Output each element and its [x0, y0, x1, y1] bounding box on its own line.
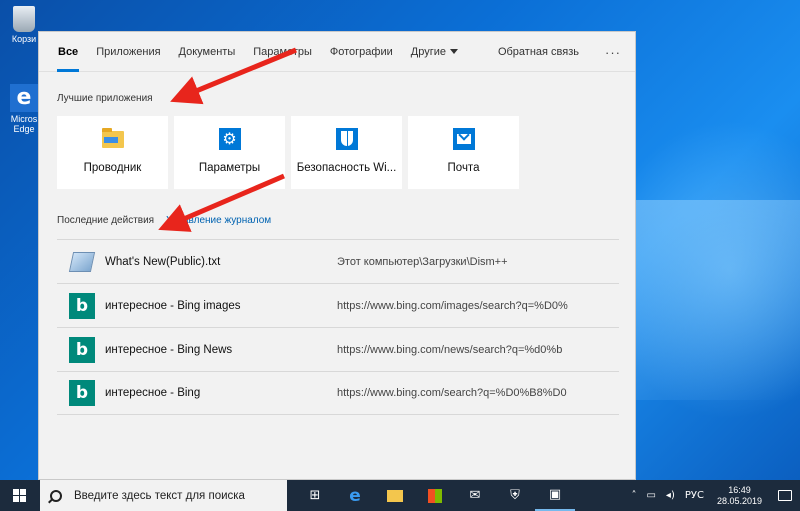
recent-item-path: https://www.bing.com/images/search?q=%D0… — [337, 299, 568, 312]
tab-apps[interactable]: Приложения — [87, 32, 169, 72]
clock-time: 16:49 — [728, 484, 751, 495]
app-tile-settings[interactable]: ⚙ Параметры — [174, 116, 285, 189]
tab-settings[interactable]: Параметры — [244, 32, 321, 72]
tab-other[interactable]: Другие — [402, 32, 467, 72]
app-tile-security[interactable]: Безопасность Wi... — [291, 116, 402, 189]
recent-activity-list: What's New(Public).txt Этот компьютер\За… — [57, 239, 619, 415]
app-tile-label: Безопасность Wi... — [296, 162, 397, 174]
volume-icon[interactable]: ◂) — [661, 490, 680, 501]
recent-item[interactable]: b интересное - Bing images https://www.b… — [57, 283, 619, 327]
search-panel: Все Приложения Документы Параметры Фотог… — [38, 31, 636, 480]
app-tile-mail[interactable]: Почта — [408, 116, 519, 189]
clock[interactable]: 16:49 28.05.2019 — [709, 485, 770, 507]
edge-icon[interactable]: e — [335, 480, 375, 511]
search-icon — [50, 489, 62, 502]
network-icon[interactable]: ▭ — [641, 490, 660, 501]
tab-other-label: Другие — [410, 45, 446, 58]
settings-gear-icon: ⚙ — [218, 128, 241, 150]
recent-item-path: https://www.bing.com/search?q=%D0%B8%D0 — [337, 387, 567, 399]
taskbar-search-placeholder: Введите здесь текст для поиска — [74, 489, 245, 502]
recent-activity-title: Последние действия — [57, 215, 155, 226]
recent-item-name: What's New(Public).txt — [105, 255, 221, 268]
app-tile-label: Почта — [447, 162, 480, 174]
taskbar: Введите здесь текст для поиска ⊞ e ✉ ⛨ ▣… — [0, 480, 800, 511]
recent-item-name: интересное - Bing images — [105, 299, 241, 312]
edge-icon: e — [10, 84, 38, 112]
photos-icon[interactable]: ▣ — [535, 480, 575, 511]
desktop-icon-label: Корзи — [11, 34, 37, 44]
search-tabs: Все Приложения Документы Параметры Фотог… — [39, 32, 635, 72]
taskbar-search-box[interactable]: Введите здесь текст для поиска — [40, 480, 287, 511]
mail-icon[interactable]: ✉ — [455, 480, 495, 511]
manage-history-link[interactable]: Управление журналом — [166, 215, 271, 226]
security-shield-icon[interactable]: ⛨ — [495, 480, 535, 511]
clock-date: 28.05.2019 — [716, 495, 762, 506]
start-button[interactable] — [0, 480, 40, 511]
recent-item[interactable]: b интересное - Bing News https://www.bin… — [57, 327, 619, 371]
bing-icon: b — [69, 292, 95, 319]
more-options-icon[interactable]: ··· — [587, 45, 621, 60]
recent-item-name: интересное - Bing News — [105, 343, 233, 356]
tab-all[interactable]: Все — [49, 32, 87, 72]
action-center-icon[interactable] — [770, 480, 800, 511]
tab-documents[interactable]: Документы — [170, 32, 245, 72]
app-tile-explorer[interactable]: Проводник — [57, 116, 168, 189]
best-apps-heading: Лучшие приложения — [57, 93, 153, 104]
best-apps-list: Проводник ⚙ Параметры Безопасность Wi...… — [57, 116, 519, 189]
desktop-icon-edge[interactable]: e Micros Edge — [6, 84, 42, 134]
text-file-icon — [68, 249, 96, 275]
wallpaper-glow — [630, 200, 800, 400]
desktop-icon-label: Micros Edge — [10, 114, 38, 134]
recent-item-path: https://www.bing.com/news/search?q=%d0%b — [337, 343, 563, 356]
task-view-icon[interactable]: ⊞ — [295, 480, 335, 511]
feedback-link[interactable]: Обратная связь — [490, 32, 587, 72]
chevron-up-icon[interactable]: ˄ — [626, 490, 641, 501]
app-tile-label: Параметры — [198, 162, 261, 174]
recent-item-name: интересное - Bing — [105, 387, 201, 399]
security-shield-icon — [335, 128, 358, 150]
bing-icon: b — [69, 336, 95, 363]
recent-item[interactable]: What's New(Public).txt Этот компьютер\За… — [57, 239, 619, 283]
app-tile-label: Проводник — [83, 162, 142, 174]
store-icon[interactable] — [415, 480, 455, 511]
desktop-icon-recycle-bin[interactable]: Корзи — [6, 6, 42, 44]
recent-item-path: Этот компьютер\Загрузки\Dism++ — [337, 255, 508, 268]
recent-item[interactable]: b интересное - Bing https://www.bing.com… — [57, 371, 619, 415]
recent-activity-heading: Последние действия Управление журналом — [57, 215, 271, 226]
windows-logo-icon — [13, 488, 27, 503]
recycle-bin-icon — [13, 6, 35, 32]
tab-photos[interactable]: Фотографии — [321, 32, 402, 72]
bing-icon: b — [69, 380, 95, 406]
system-tray: ˄ ▭ ◂) РУС 16:49 28.05.2019 — [626, 480, 800, 511]
chevron-down-icon — [449, 49, 458, 55]
file-explorer-icon — [101, 127, 124, 150]
language-indicator[interactable]: РУС — [680, 490, 709, 501]
file-explorer-icon[interactable] — [375, 480, 415, 511]
mail-icon — [452, 128, 475, 150]
